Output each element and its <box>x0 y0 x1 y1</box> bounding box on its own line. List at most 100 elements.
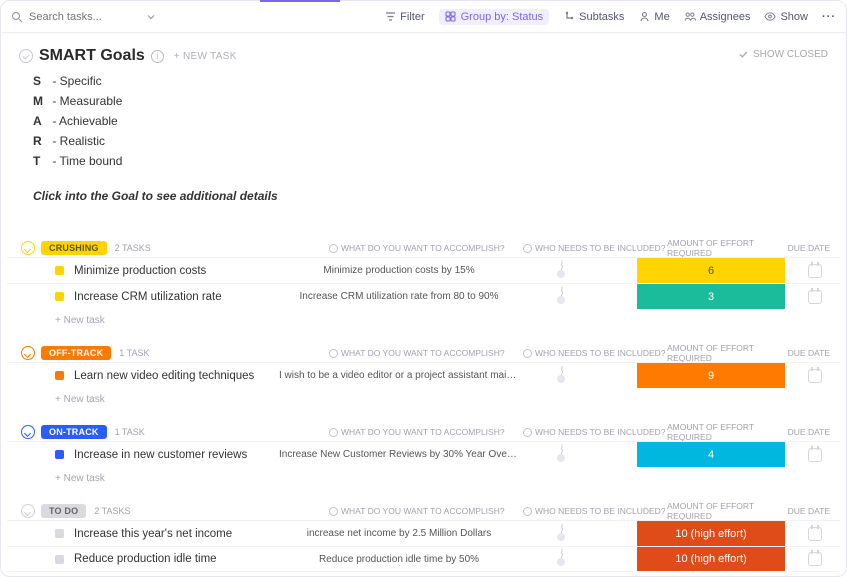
group: OFF-TRACK 1 TASK WHAT DO YOU WANT TO ACC… <box>7 344 840 405</box>
show-button[interactable]: Show <box>764 11 808 23</box>
group-header: CRUSHING 2 TASKS WHAT DO YOU WANT TO ACC… <box>7 239 840 257</box>
task-accomplish-text: increase net income by 2.5 Million Dolla… <box>279 528 519 539</box>
assignee-cell[interactable] <box>561 445 585 465</box>
task-row[interactable]: Increase this year's net income increase… <box>7 520 840 546</box>
add-task-button[interactable]: + New task <box>7 309 840 326</box>
task-title: Increase this year's net income <box>74 528 232 540</box>
new-task-header-button[interactable]: + NEW TASK <box>174 51 237 62</box>
assignees-label: Assignees <box>700 11 751 23</box>
task-status-square[interactable] <box>55 266 64 275</box>
group: CRUSHING 2 TASKS WHAT DO YOU WANT TO ACC… <box>7 239 840 326</box>
add-task-button[interactable]: + New task <box>7 388 840 405</box>
search-input[interactable] <box>29 11 139 23</box>
assignees-button[interactable]: Assignees <box>684 11 751 23</box>
effort-badge[interactable]: 4 <box>637 442 785 467</box>
task-accomplish-text: I wish to be a video editor or a project… <box>279 370 519 381</box>
column-header-accomplish: WHAT DO YOU WANT TO ACCOMPLISH? <box>329 427 505 437</box>
gear-icon <box>329 507 338 516</box>
task-title: Learn new video editing techniques <box>74 370 254 382</box>
task-accomplish-text: Increase New Customer Reviews by 30% Yea… <box>279 449 519 460</box>
task-title: Minimize production costs <box>74 265 206 277</box>
gear-icon <box>523 507 532 516</box>
group-toggle[interactable] <box>21 346 35 360</box>
assignee-cell[interactable] <box>561 366 585 386</box>
group-toggle[interactable] <box>21 241 35 255</box>
group-toggle[interactable] <box>21 504 35 518</box>
group-status-pill[interactable]: OFF-TRACK <box>41 346 111 360</box>
task-status-square[interactable] <box>55 555 64 564</box>
group-header: TO DO 2 TASKS WHAT DO YOU WANT TO ACCOMP… <box>7 502 840 520</box>
column-header-due: DUE DATE <box>788 348 830 358</box>
assignee-cell[interactable] <box>561 549 585 569</box>
group-toggle[interactable] <box>21 425 35 439</box>
due-date-placeholder-icon[interactable] <box>808 448 822 462</box>
column-header-effort: AMOUNT OF EFFORT REQUIRED <box>667 501 797 521</box>
task-row[interactable]: Increase CRM utilization rate Increase C… <box>7 283 840 309</box>
group-status-pill[interactable]: ON-TRACK <box>41 425 107 439</box>
effort-badge[interactable]: 3 <box>637 284 785 309</box>
gear-icon <box>523 349 532 358</box>
show-label: Show <box>780 11 808 23</box>
column-header-included: WHO NEEDS TO BE INCLUDED? <box>523 243 666 253</box>
due-date-placeholder-icon[interactable] <box>808 264 822 278</box>
group-header: ON-TRACK 1 TASK WHAT DO YOU WANT TO ACCO… <box>7 423 840 441</box>
task-status-square[interactable] <box>55 450 64 459</box>
effort-badge[interactable]: 10 (high effort) <box>637 547 785 571</box>
group-task-count: 1 TASK <box>115 427 145 437</box>
search-icon <box>11 11 23 23</box>
task-status-square[interactable] <box>55 529 64 538</box>
column-header-effort: AMOUNT OF EFFORT REQUIRED <box>667 422 797 442</box>
more-icon[interactable]: ··· <box>822 11 836 23</box>
gear-icon <box>523 428 532 437</box>
filter-button[interactable]: Filter <box>384 11 424 23</box>
group-task-count: 2 TASKS <box>94 506 130 516</box>
task-row[interactable]: Reduce production idle time Reduce produ… <box>7 546 840 572</box>
due-date-placeholder-icon[interactable] <box>808 552 822 566</box>
task-row[interactable]: Minimize production costs Minimize produ… <box>7 257 840 283</box>
assignee-cell[interactable] <box>561 287 585 307</box>
group-by-button[interactable]: Group by: Status <box>439 9 550 25</box>
column-header-due: DUE DATE <box>788 427 830 437</box>
title-check-icon <box>19 49 33 63</box>
column-header-effort: AMOUNT OF EFFORT REQUIRED <box>667 343 797 363</box>
effort-badge[interactable]: 6 <box>637 258 785 283</box>
task-row[interactable]: Increase in new customer reviews Increas… <box>7 441 840 467</box>
toolbar-right: Filter Group by: Status Subtasks Me Assi… <box>384 9 836 25</box>
assignee-placeholder-icon <box>561 444 563 460</box>
filter-label: Filter <box>400 11 424 23</box>
group-status-pill[interactable]: CRUSHING <box>41 241 107 255</box>
subtasks-button[interactable]: Subtasks <box>563 11 624 23</box>
me-button[interactable]: Me <box>638 11 669 23</box>
due-date-placeholder-icon[interactable] <box>808 369 822 383</box>
group: TO DO 2 TASKS WHAT DO YOU WANT TO ACCOMP… <box>7 502 840 572</box>
group-status-pill[interactable]: TO DO <box>41 504 86 518</box>
effort-badge[interactable]: 9 <box>637 363 785 388</box>
assignee-cell[interactable] <box>561 524 585 544</box>
group-task-count: 2 TASKS <box>115 243 151 253</box>
gear-icon <box>523 244 532 253</box>
due-date-placeholder-icon[interactable] <box>808 290 822 304</box>
header: SMART Goals i + NEW TASK SHOW CLOSED S -… <box>1 33 846 211</box>
me-label: Me <box>654 11 669 23</box>
page-title: SMART Goals <box>39 47 145 65</box>
group-by-label: Group by: Status <box>461 11 544 23</box>
chevron-down-icon[interactable] <box>145 11 157 23</box>
column-header-due: DUE DATE <box>788 243 830 253</box>
task-status-square[interactable] <box>55 292 64 301</box>
gear-icon <box>329 349 338 358</box>
column-header-due: DUE DATE <box>788 506 830 516</box>
smart-line: R - Realistic <box>33 131 828 151</box>
assignee-cell[interactable] <box>561 261 585 281</box>
effort-badge[interactable]: 10 (high effort) <box>637 521 785 546</box>
filter-icon <box>384 11 396 23</box>
info-icon[interactable]: i <box>151 50 164 63</box>
smart-line: M - Measurable <box>33 91 828 111</box>
due-date-placeholder-icon[interactable] <box>808 527 822 541</box>
task-status-square[interactable] <box>55 371 64 380</box>
smart-acronym-list: S - SpecificM - MeasurableA - Achievable… <box>19 65 828 171</box>
show-closed-button[interactable]: SHOW CLOSED <box>738 49 828 60</box>
column-header-included: WHO NEEDS TO BE INCLUDED? <box>523 427 666 437</box>
toolbar: Filter Group by: Status Subtasks Me Assi… <box>1 1 846 33</box>
add-task-button[interactable]: + New task <box>7 467 840 484</box>
task-row[interactable]: Learn new video editing techniques I wis… <box>7 362 840 388</box>
